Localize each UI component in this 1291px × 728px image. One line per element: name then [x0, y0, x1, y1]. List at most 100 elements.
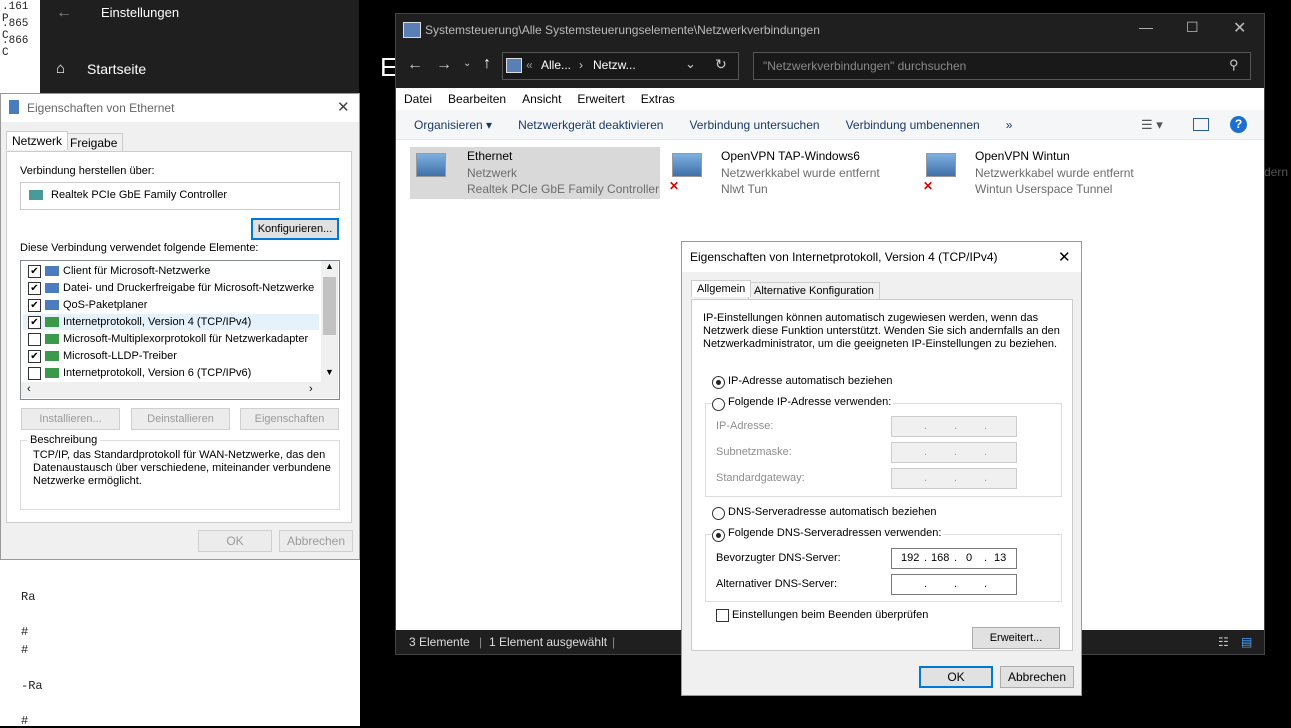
properties-button[interactable]: Eigenschaften	[240, 408, 339, 430]
description-text: TCP/IP, das Standardprotokoll für WAN-Ne…	[33, 449, 331, 487]
tab-panel: Verbindung herstellen über: Realtek PCIe…	[6, 151, 352, 523]
tiles-view-icon[interactable]: ▤	[1241, 630, 1252, 654]
checkbox-checked[interactable]: ✔	[28, 282, 41, 295]
menu-bar: Datei Bearbeiten Ansicht Erweitert Extras	[396, 88, 1264, 110]
preview-pane-icon[interactable]	[1193, 118, 1209, 131]
network-adapter-icon	[672, 153, 702, 177]
tab-allgemein[interactable]: Allgemein	[691, 280, 752, 297]
list-item[interactable]: ✔ QoS-Paketplaner	[23, 297, 319, 313]
list-item[interactable]: Microsoft-Multiplexorprotokoll für Netzw…	[23, 331, 319, 347]
connection-device: Wintun Userspace Tunnel	[975, 182, 1113, 196]
connection-item-openvpn-wintun[interactable]: ✕ OpenVPN Wintun Netzwerkkabel wurde ent…	[920, 147, 1170, 199]
menu-datei[interactable]: Datei	[396, 88, 440, 110]
settings-window: ← Einstellungen ⌂ Startseite	[40, 0, 359, 94]
connect-using-label: Verbindung herstellen über:	[20, 165, 155, 177]
dns-alternate-field[interactable]: ...	[891, 574, 1017, 595]
ok-button[interactable]: OK	[919, 666, 993, 688]
dns-preferred-field[interactable]: 192 . 168 . 0 . 13	[891, 548, 1017, 569]
items-list[interactable]: ✔ Client für Microsoft-Netzwerke ✔ Datei- u…	[20, 260, 340, 400]
list-item[interactable]: ✔ Datei- und Druckerfreigabe für Microsof…	[23, 280, 319, 296]
address-dropdown-icon[interactable]: ⌄	[685, 56, 696, 72]
more-commands-button[interactable]: »	[1006, 110, 1013, 140]
ip-address-field: ...	[891, 416, 1017, 437]
dns-octet: 0	[966, 552, 973, 564]
up-icon[interactable]: ↑	[483, 55, 491, 73]
back-arrow-icon[interactable]: ←	[56, 4, 72, 22]
cancel-button[interactable]: Abbrechen	[279, 530, 353, 552]
dns-manual-radio[interactable]	[712, 529, 725, 542]
minimize-button[interactable]: —	[1139, 19, 1153, 35]
ok-button[interactable]: OK	[198, 530, 272, 552]
description-label: Beschreibung	[27, 434, 101, 446]
validate-checkbox[interactable]	[716, 609, 729, 622]
close-button[interactable]: ✕	[1233, 18, 1246, 38]
disable-device-button[interactable]: Netzwerkgerät deaktivieren	[518, 110, 663, 140]
recent-dropdown-icon[interactable]: ⌄	[463, 58, 471, 69]
checkbox[interactable]	[28, 333, 41, 346]
advanced-button[interactable]: Erweitert...	[972, 627, 1060, 649]
scroll-right-icon[interactable]: ›	[309, 383, 313, 395]
list-item[interactable]: ✔ Internetprotokoll, Version 4 (TCP/IPv4)	[23, 314, 319, 330]
maximize-button[interactable]: ☐	[1186, 19, 1199, 36]
checkbox-checked[interactable]: ✔	[28, 265, 41, 278]
scroll-thumb[interactable]	[323, 277, 336, 335]
dns-auto-label[interactable]: DNS-Serveradresse automatisch beziehen	[728, 506, 937, 518]
cancel-button[interactable]: Abbrechen	[1000, 666, 1074, 688]
diagnose-button[interactable]: Verbindung untersuchen	[689, 110, 819, 140]
ip-address-label: IP-Adresse:	[716, 420, 774, 432]
menu-erweitert[interactable]: Erweitert	[569, 88, 632, 110]
address-bar[interactable]: « Alle... › Netzw... ⌄ ↻	[502, 52, 739, 80]
dns-manual-label[interactable]: Folgende DNS-Serveradressen verwenden:	[726, 527, 944, 539]
back-icon[interactable]: ←	[407, 56, 423, 74]
validate-label[interactable]: Einstellungen beim Beenden überprüfen	[732, 609, 928, 621]
settings-title: Einstellungen	[101, 5, 180, 20]
address-crumb-1[interactable]: Alle...	[541, 58, 571, 72]
network-adapter-icon	[416, 153, 446, 177]
ip-auto-label[interactable]: IP-Adresse automatisch beziehen	[728, 375, 892, 387]
settings-home-link[interactable]: Startseite	[87, 61, 146, 77]
install-button[interactable]: Installieren...	[21, 408, 120, 430]
menu-bearbeiten[interactable]: Bearbeiten	[440, 88, 514, 110]
address-sep: ›	[579, 58, 583, 72]
checkbox-checked[interactable]: ✔	[28, 299, 41, 312]
dialog-titlebar: Eigenschaften von Ethernet ✕	[1, 94, 359, 122]
forward-icon[interactable]: →	[436, 56, 452, 74]
list-item[interactable]: ✔ Client für Microsoft-Netzwerke	[23, 263, 319, 279]
rename-button[interactable]: Verbindung umbenennen	[846, 110, 980, 140]
checkbox-checked[interactable]: ✔	[28, 316, 41, 329]
list-scrollbar[interactable]: ▲ ▼	[321, 261, 338, 382]
configure-button[interactable]: Konfigurieren...	[251, 218, 339, 240]
subnet-label: Subnetzmaske:	[716, 446, 792, 458]
tab-netzwerk[interactable]: Netzwerk	[6, 131, 69, 150]
tab-alternative[interactable]: Alternative Konfiguration	[748, 282, 880, 300]
ip-auto-radio[interactable]	[712, 376, 725, 389]
connection-item-openvpn-tap[interactable]: ✕ OpenVPN TAP-Windows6 Netzwerkkabel wur…	[666, 147, 916, 199]
view-options-icon[interactable]: ☰ ▾	[1141, 110, 1163, 140]
scroll-up-icon[interactable]: ▲	[325, 261, 334, 271]
list-item[interactable]: ✔ Microsoft-LLDP-Treiber	[23, 348, 319, 364]
list-item[interactable]: Internetprotokoll, Version 6 (TCP/IPv6)	[23, 365, 319, 381]
organize-button[interactable]: Organisieren ▾	[414, 110, 492, 140]
ip-manual-label[interactable]: Folgende IP-Adresse verwenden:	[726, 396, 894, 408]
list-hscrollbar[interactable]: ‹ ›	[21, 382, 338, 398]
help-icon[interactable]: ?	[1230, 116, 1247, 133]
connection-item-ethernet[interactable]: Ethernet Netzwerk Realtek PCIe GbE Famil…	[410, 147, 660, 199]
search-box[interactable]: "Netzwerkverbindungen" durchsuchen ⚲	[753, 52, 1251, 80]
checkbox-checked[interactable]: ✔	[28, 350, 41, 363]
menu-extras[interactable]: Extras	[633, 88, 683, 110]
close-icon[interactable]: ✕	[1058, 248, 1071, 266]
details-view-icon[interactable]: ☷	[1218, 630, 1229, 654]
dns-auto-radio[interactable]	[712, 507, 725, 520]
menu-ansicht[interactable]: Ansicht	[514, 88, 569, 110]
list-item-label: Microsoft-LLDP-Treiber	[63, 350, 177, 362]
tab-freigabe[interactable]: Freigabe	[64, 133, 124, 153]
dialog-title: Eigenschaften von Ethernet	[27, 101, 175, 115]
uninstall-button[interactable]: Deinstallieren	[131, 408, 230, 430]
refresh-icon[interactable]: ↻	[715, 56, 727, 73]
address-crumb-2[interactable]: Netzw...	[593, 58, 636, 72]
scroll-left-icon[interactable]: ‹	[27, 383, 31, 395]
ip-manual-radio[interactable]	[712, 398, 725, 411]
scroll-down-icon[interactable]: ▼	[325, 367, 334, 377]
close-icon[interactable]: ✕	[337, 98, 350, 116]
checkbox[interactable]	[28, 367, 41, 380]
